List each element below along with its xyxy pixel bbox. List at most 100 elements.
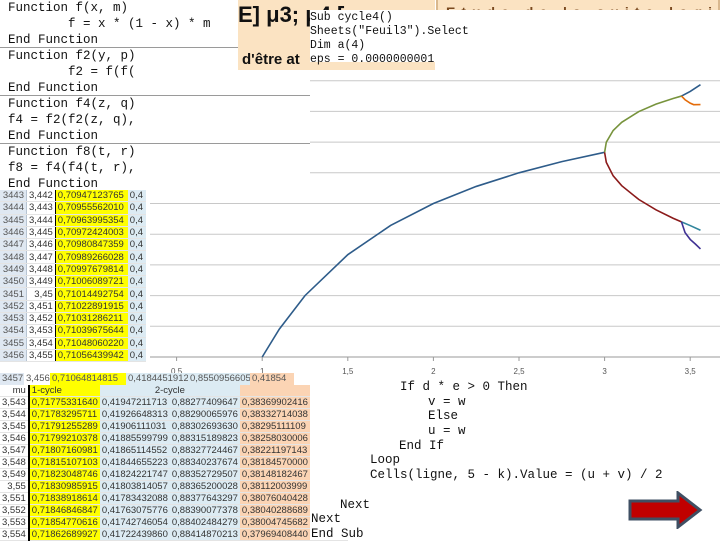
cell: 3448 <box>0 250 27 264</box>
cell: 0,71022891915 <box>55 300 128 313</box>
top-spreadsheet: 3443 3,442 0,70947123765 0,4 3444 3,443 0,7095… <box>0 190 150 363</box>
cell: 3,442 <box>26 190 56 203</box>
cell: 0,85509566056 <box>188 373 257 385</box>
cell: 0,41824221747 <box>99 468 170 481</box>
cell: 3,545 <box>0 420 30 433</box>
cell: 3450 <box>0 275 27 289</box>
x-tick-label: 1,5 <box>342 367 354 376</box>
arrow-right-icon[interactable] <box>628 491 703 529</box>
series-line-4 <box>680 95 701 106</box>
cell: 0,4 <box>127 349 146 363</box>
code-line: Else <box>428 409 459 423</box>
cell: 0,70947123765 <box>55 190 128 203</box>
cell: 0,71783295711 <box>28 408 100 421</box>
code-line: eps = 0.0000000001 <box>310 53 435 66</box>
cell: 3,444 <box>26 214 56 227</box>
cell: 3,443 <box>26 201 56 215</box>
cell: 3,448 <box>26 263 56 277</box>
cell: 3,553 <box>0 516 30 529</box>
cell: 3,547 <box>0 444 30 457</box>
table-row: 3451 3,45 0,71014492754 0,4 <box>0 287 146 301</box>
cell: 0,38148182467 <box>239 468 310 481</box>
cell: 0,4 <box>127 190 146 203</box>
code-line: End Function <box>8 33 99 47</box>
cell: 3445 <box>0 214 27 227</box>
cell: 0,4 <box>127 324 146 338</box>
cell: 0,88290065976 <box>169 408 240 421</box>
table-row: 3444 3,443 0,70955562010 0,4 <box>0 201 146 215</box>
cell: 3,548 <box>0 456 30 469</box>
cell: 0,41722439860 <box>99 528 170 541</box>
table-row: 3,551 0,71838918614 0,41783432088 0,8837764… <box>0 492 349 505</box>
code-line: v = w <box>428 395 466 409</box>
header-mu: mu <box>0 385 30 397</box>
cell: 0,71823048746 <box>28 468 100 481</box>
cell: 3454 <box>0 324 27 338</box>
cell: 3453 <box>0 312 27 326</box>
table-row: 3,549 0,71823048746 0,41824221747 0,8835272… <box>0 468 349 481</box>
table-row: 3,545 0,71791255289 0,41906111031 0,8830269… <box>0 420 349 433</box>
cell: 0,41742746054 <box>99 516 170 529</box>
code-separator <box>0 95 310 96</box>
cell: 0,71039675644 <box>55 324 128 338</box>
cell: 0,88414870213 <box>169 528 240 541</box>
cell: 0,71807160981 <box>28 444 100 457</box>
cell: 0,70980847359 <box>55 238 128 252</box>
header-1-cycle: 1-cycle <box>28 385 100 397</box>
cell: 0,88402484279 <box>169 516 240 529</box>
cell: 3,551 <box>0 492 30 505</box>
code-line: u = w <box>428 424 466 438</box>
table-row: 3455 3,454 0,71048060220 0,4 <box>0 337 146 350</box>
cell: 0,4 <box>127 287 146 301</box>
cell: 3451 <box>0 287 27 301</box>
cell: 0,38040288689 <box>239 504 310 517</box>
cell: 3,449 <box>26 275 56 289</box>
x-tick-label: 2 <box>431 367 436 376</box>
table-row: 3449 3,448 0,70997679814 0,4 <box>0 263 146 277</box>
cell: 3449 <box>0 263 27 277</box>
cell: 0,41906111031 <box>99 420 170 433</box>
subtitle-text: d'être at <box>242 51 300 68</box>
cell: 0,71006089721 <box>55 275 128 289</box>
cell: 0,70972424003 <box>55 226 128 240</box>
table-row: 3456 3,455 0,71056439942 0,4 <box>0 349 146 363</box>
code-line: Cells(ligne, 5 - k).Value = (u + v) / 2 <box>370 468 663 482</box>
cell: 0,41854 <box>250 373 294 385</box>
x-tick-label: 2,5 <box>513 367 525 376</box>
table-row: 3450 3,449 0,71006089721 0,4 <box>0 275 146 289</box>
code-line: If d * e > 0 Then <box>400 380 528 394</box>
cell: 0,41947211713 <box>99 396 170 409</box>
cell: 0,4 <box>127 226 146 240</box>
cell: 0,88340237674 <box>169 456 240 469</box>
cell: 0,4 <box>127 214 146 227</box>
table-row: 3,548 0,71815107103 0,41844655223 0,8834023… <box>0 456 349 469</box>
code-line: Function f(x, m) <box>8 1 129 15</box>
cell: 0,71048060220 <box>55 337 128 350</box>
table-row: 3,553 0,71854770616 0,41742746054 0,8840248… <box>0 516 349 529</box>
cell: 0,71815107103 <box>28 456 100 469</box>
cell: 0,38258030006 <box>239 432 310 445</box>
table-row: 3446 3,445 0,70972424003 0,4 <box>0 226 146 240</box>
cell: 3,455 <box>26 349 56 363</box>
cell: 0,4 <box>127 300 146 313</box>
cell: 0,41865114552 <box>99 444 170 457</box>
cell: 3,447 <box>26 250 56 264</box>
code-line: End Function <box>8 81 99 95</box>
cell: 0,71064814815 <box>50 373 126 385</box>
sub-code-panel: Sub cycle4() Sheets("Feuil3").Select Dim a… <box>310 10 720 66</box>
table-row: 3445 3,444 0,70963995354 0,4 <box>0 214 146 227</box>
cell: 0,71830985915 <box>28 480 100 493</box>
cell: 3,544 <box>0 408 30 421</box>
table-row: 3,543 0,71775331640 0,41947211713 0,8827740… <box>0 396 349 409</box>
cell: 0,71862689927 <box>28 528 100 541</box>
cell: 0,37969408440 <box>239 528 310 541</box>
series-line-2 <box>603 152 682 223</box>
cell: 3,543 <box>0 396 30 409</box>
code-line: End If <box>399 439 445 453</box>
x-tick-label: 3 <box>602 367 607 376</box>
code-line: Next <box>311 512 342 526</box>
cell: 0,71056439942 <box>55 349 128 363</box>
cell: 0,4 <box>127 201 146 215</box>
code-line: f = x * (1 - x) * m <box>8 17 211 31</box>
cell: 0,38076040428 <box>239 492 310 505</box>
